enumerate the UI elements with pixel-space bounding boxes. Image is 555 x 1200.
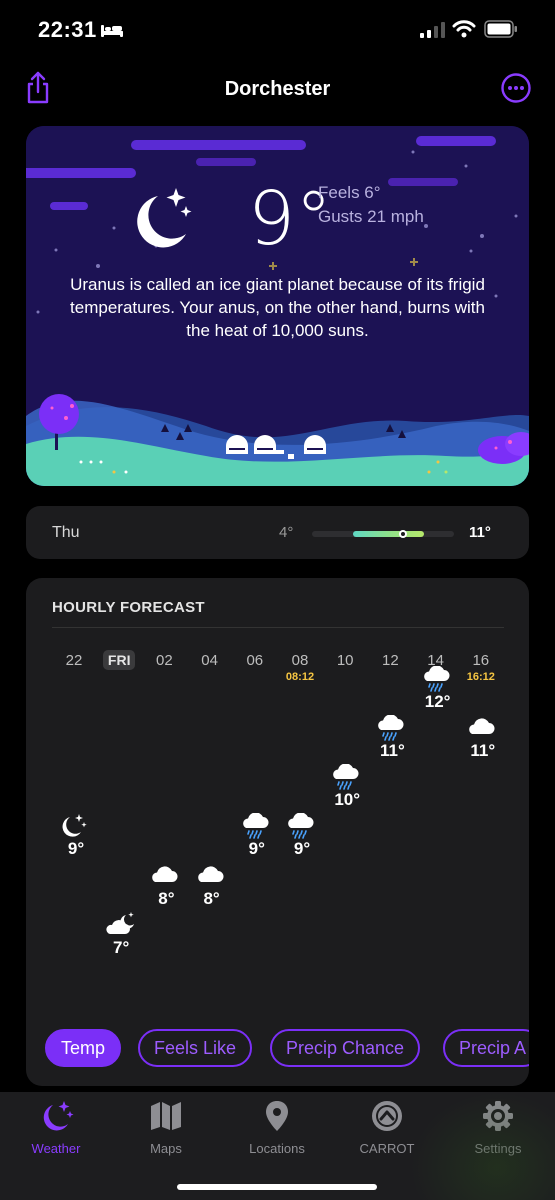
carrot-icon <box>372 1101 402 1131</box>
hour-label: 12 <box>382 652 399 669</box>
gear-icon <box>483 1101 513 1131</box>
hour-temp: 12° <box>424 691 451 711</box>
temperature-range-bar <box>312 530 454 538</box>
temperature-range-fill <box>352 531 424 537</box>
status-time: 22:31 <box>38 17 97 42</box>
day-label: Thu <box>52 524 80 541</box>
cloud-icon <box>466 715 496 739</box>
cellular-signal-icon <box>420 22 445 38</box>
wifi-icon <box>452 20 476 38</box>
tab-label-locations: Locations <box>249 1141 305 1156</box>
tab-precip-chance[interactable]: Precip Chance <box>270 1029 421 1067</box>
hour-label: 16 <box>472 652 490 669</box>
hour-temp: 9° <box>248 839 265 859</box>
hour-label: 04 <box>201 652 218 669</box>
low-temp: 4° <box>279 524 294 541</box>
tab-locations[interactable]: Locations <box>237 1100 317 1156</box>
gusts-label: Gusts 21 mph <box>318 207 424 226</box>
nav-header: Dorchester <box>0 68 555 112</box>
divider <box>52 627 504 628</box>
carrot-dialogue[interactable]: Uranus is called an ice giant planet bec… <box>66 273 489 342</box>
cloud-rain-icon <box>375 714 405 741</box>
moon-stars-icon <box>137 188 192 248</box>
tab-settings[interactable]: Settings <box>458 1100 538 1156</box>
hourly-forecast-card: HOURLY FORECAST 22 9° FRI 7° 02 8° 04 8° 06 9° 08 0… <box>26 578 529 1086</box>
sleep-mode-icon <box>101 25 123 37</box>
hour-temp: 11° <box>470 740 496 760</box>
hour-temp: 9° <box>67 839 85 859</box>
hour-label: FRI <box>103 650 136 670</box>
cloud-icon <box>195 863 225 887</box>
hour-temp: 8° <box>203 888 220 908</box>
status-bar: 22:31 <box>0 0 555 60</box>
tab-label-weather: Weather <box>31 1141 81 1156</box>
moon-stars-icon <box>59 813 89 838</box>
weather-icon <box>43 1101 74 1131</box>
daily-summary-row[interactable]: Thu 4° 11° <box>26 506 529 559</box>
tab-label-settings: Settings <box>474 1141 522 1156</box>
tab-label-maps: Maps <box>150 1141 182 1156</box>
current-conditions-card: 9° Feels 6° Gusts 21 mph Uranus is calle… <box>26 126 529 486</box>
cloud-rain-icon <box>285 812 315 840</box>
high-temp: 11° <box>469 524 491 541</box>
hour-temp: 9° <box>293 839 311 859</box>
battery-icon <box>484 20 517 38</box>
tab-feels-like[interactable]: Feels Like <box>138 1029 253 1067</box>
feels-like-label: Feels 6° <box>318 183 381 202</box>
cloud-icon <box>149 863 179 887</box>
hour-label: 06 <box>246 652 264 669</box>
tab-label-carrot: CARROT <box>359 1141 415 1156</box>
hour-label: 22 <box>65 652 83 669</box>
more-icon[interactable] <box>500 72 532 104</box>
cloud-rain-icon <box>240 812 270 840</box>
hour-temp: 10° <box>334 790 361 810</box>
hour-temp: 11° <box>380 740 405 760</box>
tab-precip-amount[interactable]: Precip A <box>443 1029 529 1067</box>
feels-gusts: Feels 6° Gusts 21 mph <box>318 181 424 229</box>
moon-cloud-icon <box>104 912 135 936</box>
tab-carrot[interactable]: CARROT <box>347 1100 427 1156</box>
tab-maps[interactable]: Maps <box>126 1100 206 1156</box>
sun-event-time: 16:12 <box>466 671 495 683</box>
hour-label: 08 <box>291 652 309 669</box>
tab-weather[interactable]: Weather <box>16 1100 96 1156</box>
tab-temp[interactable]: Temp <box>45 1029 122 1067</box>
location-title: Dorchester <box>224 78 331 100</box>
hour-label: 10 <box>336 652 354 669</box>
sun-event-time: 08:12 <box>285 671 315 683</box>
home-indicator <box>177 1184 377 1190</box>
hour-temp: 8° <box>158 888 175 908</box>
hourly-forecast-title: HOURLY FORECAST <box>52 599 205 616</box>
cloud-rain-icon <box>330 763 360 790</box>
hour-label: 02 <box>156 652 173 669</box>
hourly-metric-tabs: Temp Feels Like Precip Chance Precip A <box>45 1029 529 1067</box>
hour-temp: 7° <box>113 938 130 957</box>
map-icon <box>151 1102 181 1130</box>
cloud-rain-icon <box>421 664 451 692</box>
location-pin-icon <box>266 1101 288 1131</box>
